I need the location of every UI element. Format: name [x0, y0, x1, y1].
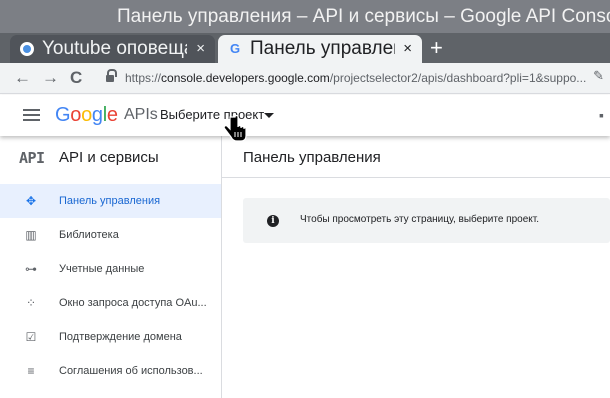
browser-toolbar: ← → C https://console.developers.google.… — [0, 63, 610, 94]
sidebar-nav: ✥ Панель управления ▥ Библиотека ⊶ Учетн… — [0, 184, 221, 388]
domain-verification-icon: ☑ — [25, 330, 37, 344]
sidebar-item-library[interactable]: ▥ Библиотека — [0, 218, 221, 252]
library-icon: ▥ — [25, 228, 37, 242]
sidebar-item-label: Соглашения об использов... — [59, 365, 203, 377]
sidebar-item-label: Учетные данные — [59, 263, 145, 275]
sidebar-item-dashboard[interactable]: ✥ Панель управления — [0, 184, 221, 218]
sidebar-item-label: Панель управления — [59, 195, 161, 207]
tab-favicon-icon — [20, 42, 34, 56]
url-text: https://console.developers.google.com/pr… — [125, 70, 586, 86]
info-icon: i — [267, 215, 279, 227]
url-path: /projectselector2/apis/dashboard?pli=1&s… — [329, 71, 587, 85]
logo-letter: o — [70, 104, 82, 126]
google-favicon-icon: G — [229, 41, 241, 56]
tab-title: Панель управления — [250, 38, 395, 59]
sidebar-item-oauth-consent[interactable]: ⁘ Окно запроса доступа OAu... — [0, 286, 221, 320]
sidebar-item-agreements[interactable]: ≡ Соглашения об использов... — [0, 354, 221, 388]
hand-cursor-icon — [223, 115, 247, 142]
url-host: console.developers.google.com — [161, 71, 330, 85]
sidebar-item-label: Библиотека — [59, 229, 119, 241]
new-tab-button[interactable]: + — [430, 35, 443, 61]
sidebar: API API и сервисы ✥ Панель управления ▥ … — [0, 136, 222, 398]
window-title-bar: Панель управления – API и сервисы – Goog… — [0, 0, 610, 33]
back-arrow-icon[interactable]: ← — [14, 67, 31, 89]
close-icon[interactable]: × — [196, 39, 205, 59]
url-scheme: https:// — [125, 71, 162, 85]
api-logo-icon: API — [19, 149, 45, 167]
address-bar[interactable]: https://console.developers.google.com/pr… — [95, 67, 595, 90]
logo-letter: G — [55, 104, 71, 126]
project-selector[interactable]: Выберите проект — [160, 107, 264, 123]
console-header: Google APIs Выберите проект ▪ — [0, 95, 610, 136]
forward-arrow-icon[interactable]: → — [42, 67, 59, 89]
apis-logo-text: APIs — [124, 106, 158, 123]
divider — [222, 177, 610, 178]
close-icon[interactable]: × — [403, 39, 412, 59]
dashboard-icon: ✥ — [25, 194, 37, 208]
sidebar-item-domain-verification[interactable]: ☑ Подтверждение домена — [0, 320, 221, 354]
sidebar-item-label: Подтверждение домена — [59, 331, 182, 343]
sidebar-item-credentials[interactable]: ⊶ Учетные данные — [0, 252, 221, 286]
window-title: Панель управления – API и сервисы – Goog… — [117, 6, 610, 27]
reload-icon[interactable]: C — [70, 67, 82, 89]
tab-strip: Youtube оповещатель × G Панель управлени… — [0, 33, 610, 63]
chevron-down-icon[interactable] — [264, 113, 274, 118]
sidebar-title: API и сервисы — [59, 149, 159, 166]
info-message: Чтобы просмотреть эту страницу, выберите… — [300, 214, 539, 225]
logo-letter: e — [106, 104, 118, 126]
page-title: Панель управления — [243, 149, 381, 166]
google-logo[interactable]: Google — [55, 104, 118, 126]
lock-icon — [105, 69, 117, 83]
consent-screen-icon: ⁘ — [25, 296, 37, 310]
logo-letter: o — [81, 104, 92, 126]
agreements-icon: ≡ — [27, 364, 35, 378]
logo-letter: g — [91, 104, 103, 126]
info-banner: i Чтобы просмотреть эту страницу, выбери… — [243, 198, 610, 243]
gift-icon[interactable]: ▪ — [599, 107, 604, 123]
key-icon: ⊶ — [25, 262, 37, 276]
tab-youtube-notifier[interactable]: Youtube оповещатель × — [10, 35, 215, 63]
tab-dashboard[interactable]: G Панель управления × — [218, 35, 422, 63]
tab-title: Youtube оповещатель — [42, 38, 187, 59]
extension-icon[interactable]: ✎ — [593, 68, 604, 84]
menu-icon[interactable] — [23, 109, 40, 121]
sidebar-item-label: Окно запроса доступа OAu... — [59, 297, 207, 309]
